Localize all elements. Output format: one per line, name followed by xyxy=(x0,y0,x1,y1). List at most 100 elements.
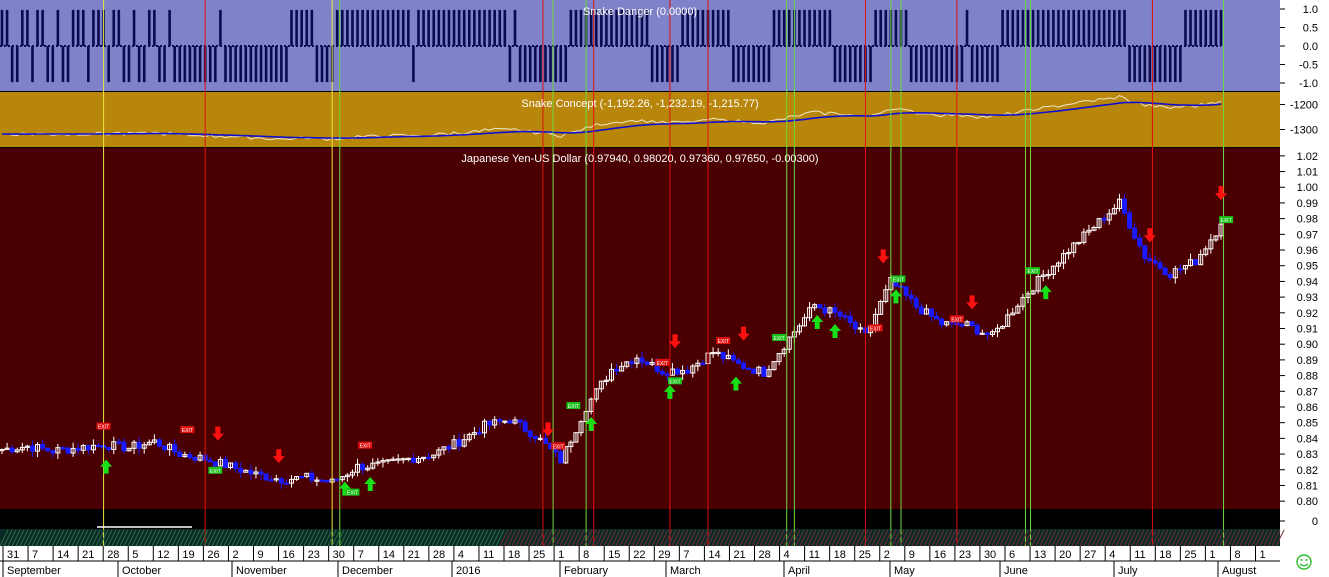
danger-bar xyxy=(991,46,994,83)
price-tick-label: 0.89 xyxy=(1297,355,1318,367)
danger-bar xyxy=(97,9,100,46)
price-tick-label: 0.88 xyxy=(1297,371,1318,383)
candle-body xyxy=(40,444,46,449)
danger-bar xyxy=(1107,9,1111,46)
danger-bar xyxy=(848,46,852,83)
candle-body xyxy=(852,321,858,330)
date-day-label: 5 xyxy=(132,549,138,561)
candle-body xyxy=(741,362,747,369)
candle-body xyxy=(446,446,452,450)
danger-bar xyxy=(935,46,938,83)
danger-bar xyxy=(914,46,918,83)
exit-tag: EXIT xyxy=(551,442,566,450)
candle-body xyxy=(187,454,193,459)
exit-tag-label: EXIT xyxy=(1028,269,1039,275)
danger-bar xyxy=(305,9,309,46)
exit-tag-label: EXIT xyxy=(951,317,962,323)
danger-bar xyxy=(239,46,243,83)
candle-body xyxy=(309,472,315,481)
danger-bar xyxy=(569,9,573,46)
date-day-label: 25 xyxy=(859,549,871,561)
candle-body xyxy=(1137,237,1143,247)
candle-body xyxy=(268,479,274,482)
danger-bar xyxy=(341,9,344,46)
candle-body xyxy=(9,447,15,453)
danger-bar xyxy=(544,46,547,83)
price-tick-label: 1.02 xyxy=(1297,151,1318,163)
danger-bar xyxy=(787,9,791,46)
danger-bar xyxy=(843,46,847,83)
danger-bar xyxy=(320,46,324,83)
price-tick-label: 1.01 xyxy=(1297,167,1318,179)
date-month-label: February xyxy=(564,565,609,577)
date-day-label: 11 xyxy=(483,549,494,561)
danger-bar xyxy=(188,46,192,83)
danger-bar xyxy=(295,9,298,46)
danger-bar xyxy=(310,9,314,46)
date-day-label: 9 xyxy=(909,549,915,561)
candle-body xyxy=(334,478,340,481)
danger-bar xyxy=(554,46,557,83)
candle-body xyxy=(928,308,934,317)
date-day-label: 19 xyxy=(182,549,194,561)
price-tick-label: 0.81 xyxy=(1297,480,1318,492)
date-day-label: 23 xyxy=(959,549,971,561)
danger-bar xyxy=(539,46,542,83)
date-day-label: 2 xyxy=(884,549,890,561)
danger-bar xyxy=(76,9,80,46)
danger-bar xyxy=(884,9,888,46)
candle-body xyxy=(761,366,767,377)
candle-body xyxy=(324,479,330,483)
danger-bar xyxy=(1097,9,1101,46)
danger-bar xyxy=(422,9,425,46)
danger-bar xyxy=(752,46,756,83)
date-day-label: 22 xyxy=(633,549,645,561)
danger-bar xyxy=(274,46,278,83)
candle-body xyxy=(664,373,670,376)
date-month-label: October xyxy=(122,565,161,577)
exit-tag-label: EXIT xyxy=(870,326,881,332)
date-day-label: 18 xyxy=(834,549,846,561)
danger-bar xyxy=(1189,9,1192,46)
danger-bar xyxy=(447,9,451,46)
date-day-label: 4 xyxy=(784,549,790,561)
danger-bar xyxy=(1067,9,1070,46)
danger-title: Snake Danger (0.0000) xyxy=(583,6,697,18)
date-day-label: 30 xyxy=(333,549,345,561)
danger-bar xyxy=(467,9,471,46)
price-tick-label: 0.82 xyxy=(1297,465,1318,477)
date-month-label: September xyxy=(7,565,61,577)
danger-bar xyxy=(142,46,146,83)
danger-bar xyxy=(15,46,19,83)
danger-bar xyxy=(1158,46,1162,83)
danger-bar xyxy=(56,9,60,46)
danger-bar xyxy=(81,9,85,46)
candle-body xyxy=(222,458,228,469)
candle-body xyxy=(212,461,218,467)
danger-bar xyxy=(1148,46,1152,83)
danger-bar xyxy=(5,9,9,46)
danger-bar xyxy=(417,9,420,46)
date-day-label: 6 xyxy=(1009,549,1015,561)
danger-tick-label: -1.0 xyxy=(1299,78,1318,90)
candle-body xyxy=(720,351,726,360)
danger-bar xyxy=(1072,9,1076,46)
danger-bar xyxy=(335,9,339,46)
candle-body xyxy=(832,307,838,313)
candle-body xyxy=(238,467,244,473)
danger-bar xyxy=(1199,9,1202,46)
date-day-label: 7 xyxy=(32,549,38,561)
danger-bar xyxy=(51,46,55,83)
candle-body xyxy=(85,445,91,451)
candle-body xyxy=(659,370,665,375)
date-day-label: 2 xyxy=(232,549,238,561)
danger-bar xyxy=(356,9,359,46)
date-month-label: April xyxy=(788,565,810,577)
danger-bar xyxy=(950,46,954,83)
exit-tag: EXIT xyxy=(949,315,964,323)
price-tick-label: 0.91 xyxy=(1297,324,1318,336)
danger-bar xyxy=(493,9,496,46)
candle-body xyxy=(918,306,924,315)
candle-body xyxy=(974,324,980,335)
price-tick-label: 0.80 xyxy=(1297,496,1318,508)
